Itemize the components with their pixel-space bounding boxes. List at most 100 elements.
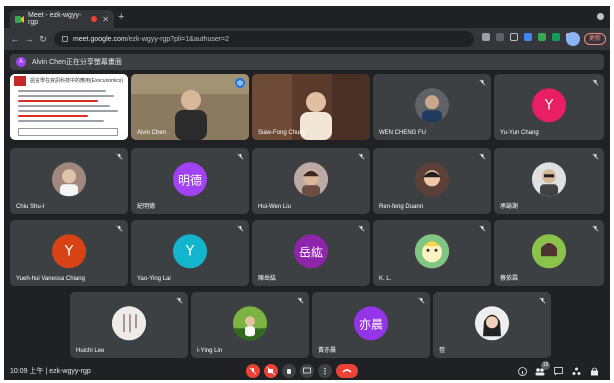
leave-call-button[interactable] <box>336 364 358 378</box>
participant-name: Yao-Ying Lai <box>137 276 171 282</box>
participant-tile[interactable]: WEN CHENG FU <box>373 74 491 140</box>
extension-icon[interactable] <box>538 33 546 41</box>
address-bar[interactable]: meet.google.com /ezk-wgyy-rgp?pli=1&auth… <box>54 31 474 47</box>
participant-photo <box>532 162 566 197</box>
participant-tile[interactable]: 愷 <box>433 292 551 358</box>
participant-photo <box>415 162 449 197</box>
lock-icon <box>62 36 68 42</box>
participant-tile[interactable]: Y Yu-Yun Chang <box>494 74 604 140</box>
participant-tile[interactable]: Y Yao-Ying Lai <box>131 220 249 286</box>
profile-avatar[interactable] <box>566 32 580 46</box>
participant-avatar: Y <box>173 234 207 269</box>
participant-name: 紀明德 <box>137 204 156 210</box>
slide-text-line <box>18 110 118 112</box>
participant-name: 蔡依霖 <box>500 276 519 282</box>
presenting-text: Alvin Chen正在分享螢幕畫面 <box>32 59 122 66</box>
participant-tile[interactable]: Ren-feng Duann <box>373 148 491 214</box>
participant-tile[interactable]: Huichi Lee <box>70 292 188 358</box>
participant-photo <box>233 306 267 341</box>
slide-title: 語言學在資訊科技中的應用(Exocunomics) <box>30 78 124 84</box>
url-host: meet.google.com <box>73 35 127 43</box>
extension-icon[interactable] <box>524 33 532 41</box>
hand-icon <box>287 369 291 374</box>
browser-toolbar: ← → ↻ meet.google.com /ezk-wgyy-rgp?pli=… <box>4 28 610 50</box>
participant-tile[interactable]: Siaw-Fong Chung <box>252 74 370 140</box>
camera-off-icon <box>267 367 275 375</box>
new-tab-button[interactable]: + <box>118 11 124 23</box>
participant-name: Huichi Lee <box>76 348 105 354</box>
chat-button[interactable] <box>552 365 564 377</box>
back-icon[interactable]: ← <box>8 34 22 44</box>
meeting-info: 10:09 上午 | ezk-wgyy-rgp <box>10 366 91 376</box>
participant-tile[interactable]: Y Yueh-hui Vanessa Chiang <box>10 220 128 286</box>
slide-text-line <box>18 105 110 107</box>
participant-avatar: 亦晨 <box>354 306 388 341</box>
muted-mic-icon <box>176 297 183 304</box>
participant-avatar: Y <box>532 88 566 123</box>
people-button[interactable]: 19 <box>534 361 550 377</box>
present-button[interactable] <box>300 364 314 378</box>
activities-button[interactable] <box>570 365 582 377</box>
participant-tile[interactable]: Hui-Wen Liu <box>252 148 370 214</box>
participant-tile[interactable]: I-Ying Lin <box>191 292 309 358</box>
browser-window: Meet - ezk-wgyy-rgp ✕ + ← → ↻ meet.googl… <box>4 6 610 380</box>
muted-mic-icon <box>116 153 123 160</box>
participant-name: 愷 <box>439 348 446 354</box>
bookmark-star-icon[interactable] <box>510 33 518 41</box>
host-controls-button[interactable] <box>588 365 600 377</box>
muted-mic-icon <box>479 79 486 86</box>
camera-toggle-button[interactable] <box>264 364 278 378</box>
presenter-avatar: A <box>16 57 26 67</box>
mic-off-icon <box>249 367 257 375</box>
slide-text-line <box>18 95 114 97</box>
participant-tile[interactable]: 承諭謝 <box>494 148 604 214</box>
muted-mic-icon <box>539 297 546 304</box>
participant-photo <box>475 306 509 341</box>
muted-mic-icon <box>418 297 425 304</box>
tab-search-icon[interactable] <box>597 13 604 20</box>
participant-name: 黃亦晨 <box>318 348 337 354</box>
mic-toggle-button[interactable] <box>246 364 260 378</box>
participant-tile[interactable]: 岳紘 陳岳紘 <box>252 220 370 286</box>
speaking-indicator-icon <box>235 78 245 88</box>
tab-meet[interactable]: Meet - ezk-wgyy-rgp ✕ <box>10 10 114 28</box>
participant-tile[interactable]: 蔡依霖 <box>494 220 604 286</box>
share-icon[interactable] <box>496 33 504 41</box>
update-button[interactable]: 更新 <box>584 33 607 45</box>
participant-tile[interactable]: 明德 紀明德 <box>131 148 249 214</box>
more-options-button[interactable] <box>318 364 332 378</box>
participant-tile[interactable]: 亦晨 黃亦晨 <box>312 292 430 358</box>
participant-photo <box>532 234 566 269</box>
meeting-details-button[interactable] <box>516 365 528 377</box>
forward-icon[interactable]: → <box>22 34 36 44</box>
participant-name: Ren-feng Duann <box>379 204 424 210</box>
tab-strip: Meet - ezk-wgyy-rgp ✕ + <box>4 6 610 28</box>
activities-icon <box>572 367 580 375</box>
slide-table <box>18 128 118 136</box>
muted-mic-icon <box>479 225 486 232</box>
mic-permission-icon[interactable] <box>482 33 490 41</box>
participant-tile[interactable]: K. L. <box>373 220 491 286</box>
participant-photo <box>415 234 449 269</box>
participant-name: I-Ying Lin <box>197 348 223 354</box>
participant-count-badge: 19 <box>541 361 550 370</box>
lock-person-icon <box>590 367 598 375</box>
participant-tile[interactable]: Chiu Shu-I <box>10 148 128 214</box>
participant-name: Yu-Yun Chang <box>500 130 539 136</box>
participant-photo <box>294 162 328 197</box>
participant-tile[interactable]: Alvin Chen <box>131 74 249 140</box>
logo-icon <box>14 76 26 86</box>
presentation-tile[interactable]: 語言學在資訊科技中的應用(Exocunomics) <box>10 74 128 140</box>
extension-icon[interactable] <box>552 33 560 41</box>
participant-name: Alvin Chen <box>137 130 167 136</box>
participant-name: 承諭謝 <box>500 204 519 210</box>
meeting-controls-bar: 10:09 上午 | ezk-wgyy-rgp 19 <box>4 361 610 380</box>
reload-icon[interactable]: ↻ <box>36 34 50 45</box>
participant-photo <box>112 306 146 341</box>
slide-text-line <box>18 115 88 117</box>
muted-mic-icon <box>592 79 599 86</box>
participant-avatar: 明德 <box>173 162 207 197</box>
close-tab-icon[interactable]: ✕ <box>102 15 109 24</box>
raise-hand-button[interactable] <box>282 364 296 378</box>
chat-icon <box>553 366 563 375</box>
